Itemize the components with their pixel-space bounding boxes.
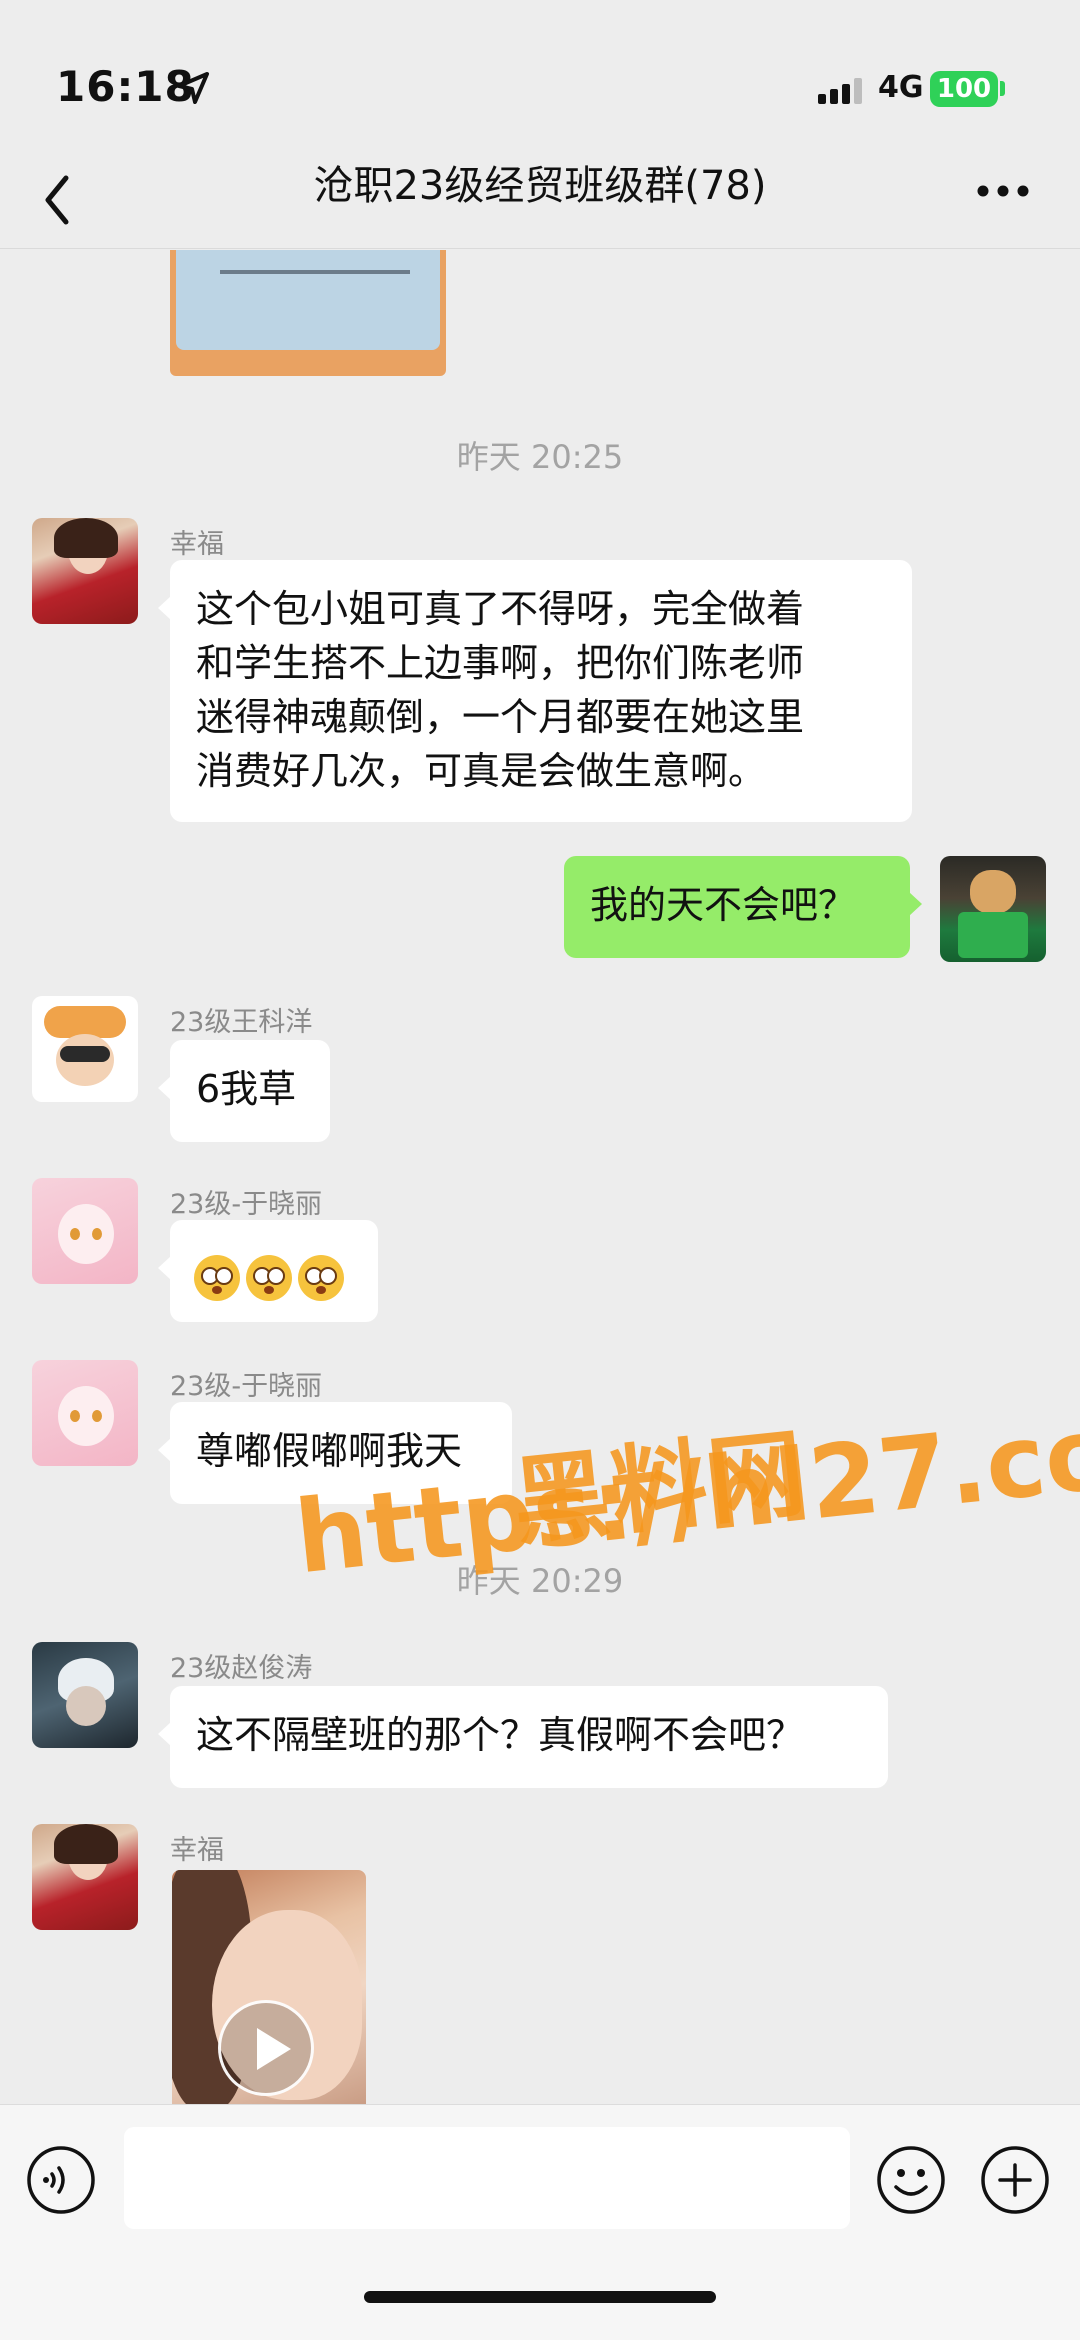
sender-name: 幸福 xyxy=(170,529,224,560)
play-icon[interactable] xyxy=(218,2000,314,2096)
avatar[interactable] xyxy=(32,1642,138,1748)
my-message-bubble[interactable]: 我的天不会吧？ xyxy=(564,856,922,958)
timestamp: 昨天 20:25 xyxy=(456,438,624,476)
message-bubble[interactable]: 6我草 xyxy=(158,1040,330,1142)
my-avatar[interactable] xyxy=(940,856,1046,962)
image-message-partial[interactable] xyxy=(170,250,446,376)
sender-name: 23级赵俊涛 xyxy=(170,1653,313,1684)
video-message[interactable] xyxy=(172,1870,366,2106)
status-time: 16:18 xyxy=(56,62,195,111)
home-indicator[interactable] xyxy=(364,2291,716,2303)
message-bubble[interactable] xyxy=(158,1220,378,1322)
message-line: 和学生搭不上边事啊，把你们陈老师 xyxy=(196,641,805,685)
sender-name: 23级王科洋 xyxy=(170,1007,313,1038)
network-type: 4G xyxy=(878,70,924,105)
location-arrow-icon xyxy=(177,72,209,104)
flushed-face-icon xyxy=(298,1254,344,1301)
status-bar: 16:18 4G 100 xyxy=(0,0,1080,150)
battery-tip xyxy=(1000,81,1005,96)
voice-input-icon[interactable] xyxy=(26,2145,96,2215)
flushed-face-icon xyxy=(246,1254,292,1301)
avatar[interactable] xyxy=(32,1360,138,1466)
flushed-face-icon xyxy=(194,1254,240,1301)
input-bar xyxy=(0,2104,1080,2340)
avatar[interactable] xyxy=(32,1178,138,1284)
message-line: 这个包小姐可真了不得呀，完全做着 xyxy=(196,587,805,631)
signal-icon xyxy=(818,78,862,104)
header-divider xyxy=(0,248,1080,249)
avatar[interactable] xyxy=(32,1824,138,1930)
sender-name: 幸福 xyxy=(170,1835,224,1866)
avatar[interactable] xyxy=(32,518,138,624)
avatar[interactable] xyxy=(32,996,138,1102)
battery-icon: 100 xyxy=(930,71,998,107)
sender-name: 23级-于晓丽 xyxy=(170,1371,323,1402)
chat-header: 沧职23级经贸班级群(78) xyxy=(0,150,1080,250)
add-icon[interactable] xyxy=(980,2145,1050,2215)
sender-name: 23级-于晓丽 xyxy=(170,1189,323,1220)
message-bubble[interactable]: 这不隔壁班的那个？真假啊不会吧？ xyxy=(158,1686,888,1788)
message-input[interactable] xyxy=(124,2127,850,2229)
message-text: 6我草 xyxy=(196,1067,297,1111)
more-options-icon[interactable] xyxy=(976,184,1030,198)
message-line: 消费好几次，可真是会做生意啊。 xyxy=(196,749,767,793)
message-text: 这不隔壁班的那个？真假啊不会吧？ xyxy=(196,1713,805,1757)
emoji-icon[interactable] xyxy=(876,2145,946,2215)
chat-title: 沧职23级经贸班级群(78) xyxy=(313,163,767,209)
message-text: 我的天不会吧？ xyxy=(590,883,857,927)
message-line: 迷得神魂颠倒，一个月都要在她这里 xyxy=(196,695,805,739)
message-bubble[interactable]: 这个包小姐可真了不得呀，完全做着 和学生搭不上边事啊，把你们陈老师 迷得神魂颠倒… xyxy=(158,560,912,822)
